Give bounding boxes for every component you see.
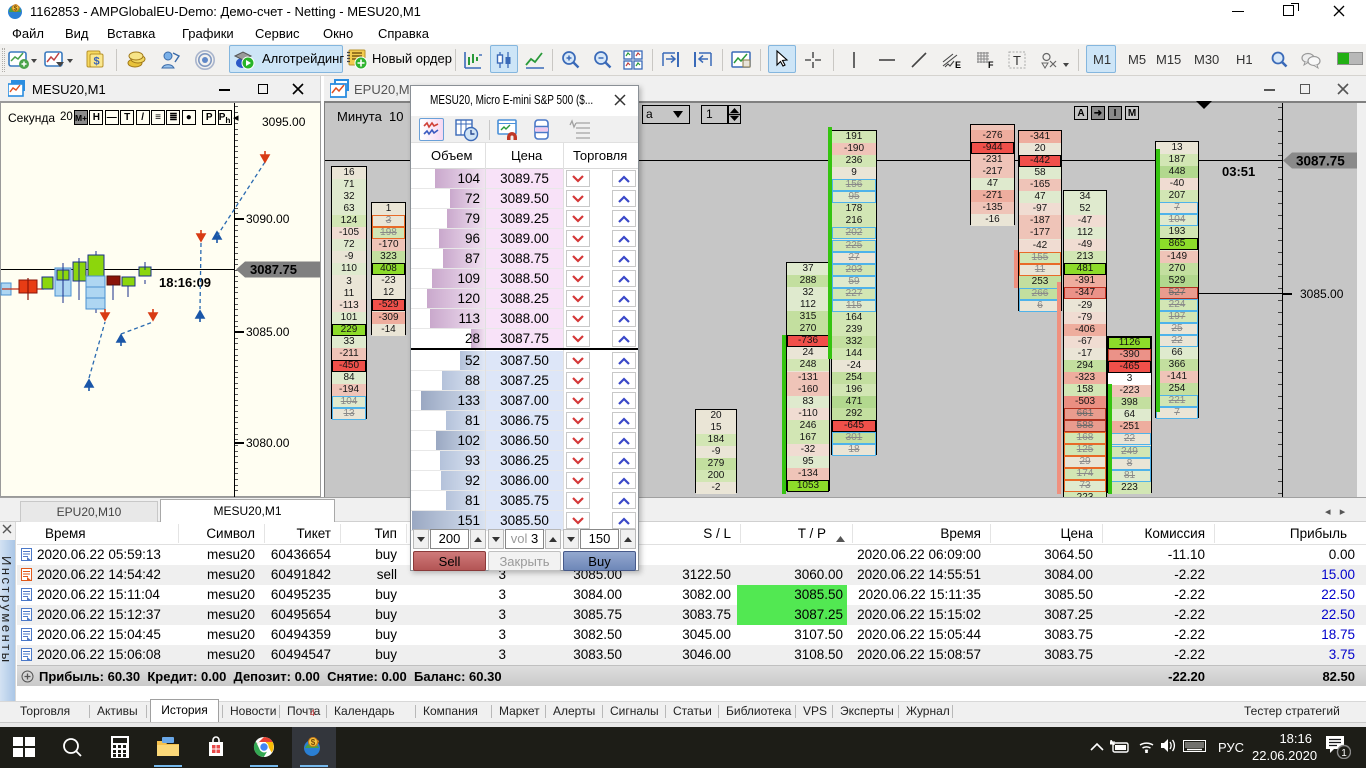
svg-text:F: F <box>988 60 994 70</box>
svg-text:T: T <box>1013 53 1021 68</box>
svg-text:$: $ <box>93 56 99 68</box>
svg-text:1: 1 <box>1341 748 1347 759</box>
svg-text:$: $ <box>14 6 18 13</box>
svg-text:3087.75: 3087.75 <box>1296 154 1345 169</box>
svg-text:3087.75: 3087.75 <box>250 262 297 277</box>
svg-text:E: E <box>955 60 961 70</box>
svg-text:$: $ <box>311 738 316 747</box>
